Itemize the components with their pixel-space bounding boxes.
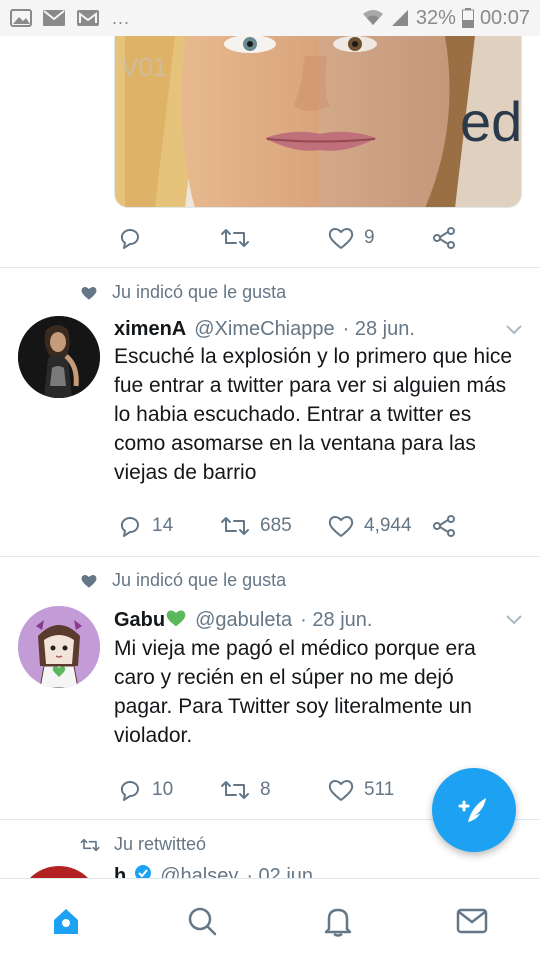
tweet-date: · 28 jun. — [342, 318, 415, 340]
context-text: Ju indicó que le gusta — [112, 282, 287, 302]
retweet-count: 685 — [260, 515, 292, 536]
chevron-down-icon[interactable] — [504, 322, 524, 336]
battery-icon — [461, 8, 474, 28]
tweet-context: Ju retwitteó — [80, 834, 206, 855]
tweet-divider — [0, 267, 540, 268]
like-count: 9 — [364, 227, 375, 248]
green-heart-icon — [166, 610, 186, 627]
tab-search[interactable] — [184, 903, 220, 939]
search-icon — [188, 907, 217, 936]
more-notifications: ... — [112, 7, 131, 28]
heart-context-icon — [81, 286, 97, 300]
reply-icon — [121, 781, 139, 801]
like-icon — [328, 516, 354, 537]
clock: 00:07 — [479, 6, 530, 29]
share-icon — [433, 515, 455, 537]
tweet-text: Mi vieja me pagó el médico porque era ca… — [114, 637, 476, 747]
heart-context-icon — [81, 574, 97, 588]
tweet-date: · 28 jun. — [300, 609, 373, 631]
avatar[interactable] — [18, 606, 100, 688]
like-button[interactable]: 511 — [328, 778, 394, 802]
retweet-icon — [221, 229, 249, 247]
gmail-notification-icon — [77, 10, 99, 26]
share-button[interactable] — [432, 514, 456, 538]
context-text: Ju retwitteó — [114, 834, 207, 854]
mail-notification-icon — [43, 10, 65, 26]
tweet-header: Gabu @gabuleta · 28 jun. — [114, 608, 372, 632]
face-photo: ed V01 — [115, 36, 522, 207]
reply-button[interactable]: 10 — [118, 778, 173, 802]
avatar-illustration — [18, 606, 100, 688]
tweet-context: Ju indicó que le gusta — [80, 570, 286, 591]
avatar-photo — [18, 316, 100, 398]
tab-notifications[interactable] — [320, 903, 356, 939]
reply-count: 14 — [152, 515, 174, 536]
context-text: Ju indicó que le gusta — [112, 570, 287, 590]
like-icon — [328, 228, 354, 249]
share-icon — [433, 227, 455, 249]
signal-icon — [391, 10, 408, 26]
tweet-media-image[interactable]: ed V01 — [114, 36, 522, 208]
display-name[interactable]: Gabu — [114, 608, 187, 632]
notifications-icon — [324, 908, 352, 937]
battery-percent: 32% — [415, 6, 456, 29]
gallery-notification-icon — [10, 9, 32, 27]
retweet-button[interactable]: 685 — [220, 514, 292, 538]
tweet-context: Ju indicó que le gusta — [80, 282, 286, 303]
like-button[interactable]: 9 — [328, 226, 375, 250]
like-count: 511 — [364, 779, 395, 800]
chevron-down-icon[interactable] — [504, 612, 524, 626]
tab-home[interactable] — [48, 903, 84, 939]
compose-icon — [458, 798, 486, 822]
retweet-count: 8 — [260, 779, 271, 800]
like-icon — [328, 780, 354, 801]
svg-text:V01: V01 — [121, 52, 167, 82]
avatar[interactable] — [18, 316, 100, 398]
reply-icon — [121, 229, 139, 249]
share-button[interactable] — [432, 226, 456, 250]
svg-text:ed: ed — [460, 90, 522, 153]
retweet-icon — [221, 517, 249, 535]
retweet-button[interactable] — [220, 226, 250, 250]
user-handle[interactable]: @gabuleta — [195, 609, 292, 632]
reply-icon — [121, 517, 139, 537]
tweet-text: Escuché la explosión y lo primero que hi… — [114, 345, 513, 484]
tweet-divider — [0, 556, 540, 557]
green-heart-emoji — [166, 610, 186, 627]
retweet-button[interactable]: 8 — [220, 778, 271, 802]
display-name[interactable]: ximenA — [114, 318, 186, 341]
tab-messages[interactable] — [454, 903, 490, 939]
reply-count: 10 — [152, 779, 174, 800]
tweet-header: ximenA @XimeChiappe · 28 jun. — [114, 318, 415, 341]
bottom-navigation — [0, 878, 540, 960]
user-handle[interactable]: @XimeChiappe — [194, 318, 334, 341]
like-count: 4,944 — [364, 515, 412, 536]
compose-tweet-button[interactable] — [432, 768, 516, 852]
retweet-context-icon — [80, 838, 100, 851]
status-bar: ... 32% 00:07 — [0, 0, 540, 36]
wifi-icon — [362, 10, 383, 25]
reply-button[interactable] — [118, 226, 142, 250]
retweet-icon — [221, 781, 249, 799]
home-icon — [54, 909, 78, 934]
like-button[interactable]: 4,944 — [328, 514, 412, 538]
reply-button[interactable]: 14 — [118, 514, 173, 538]
messages-icon — [456, 908, 488, 934]
